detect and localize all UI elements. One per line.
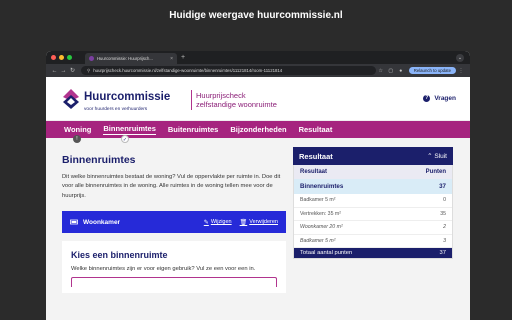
result-table-header: Resultaat Punten — [294, 165, 452, 179]
result-header: Resultaat ⌃ Sluit — [293, 147, 453, 165]
help-label: Vragen — [434, 95, 456, 102]
nav-item-binnenruimtes[interactable]: Binnenruimtes — [103, 124, 156, 135]
service-subtitle: zelfstandige woonruimte — [196, 100, 277, 109]
intro-text: Dit welke binnenruimtes bestaat de wonin… — [62, 174, 281, 199]
address-bar: ← → ↻ ⚲ huurprijscheck.huurcommissie.nl/z… — [46, 64, 470, 77]
choose-text: Welke binnenruimtes zijn er voor eigen g… — [71, 266, 256, 273]
total-points: 37 — [439, 250, 446, 256]
row-points: 3 — [443, 237, 446, 244]
question-icon: ? — [423, 95, 431, 102]
close-window-button[interactable] — [51, 55, 56, 60]
favicon-icon — [89, 56, 94, 61]
row-points: 35 — [440, 210, 446, 217]
logo-name: Huurcommissie — [84, 91, 171, 103]
page-title: Binnenruimtes — [62, 154, 136, 166]
warning-icon: ! — [73, 135, 81, 143]
result-title: Resultaat — [299, 151, 333, 161]
help-link[interactable]: ? Vragen — [423, 95, 456, 102]
profile-icon[interactable]: ● — [396, 68, 406, 74]
choose-room-panel: Kies een binnenruimte Welke binnenruimte… — [62, 241, 286, 294]
table-row: Woonkamer 20 m² 2 — [294, 221, 452, 235]
section-binnenruimtes: Binnenruimtes 37 — [294, 179, 452, 194]
logo-divider — [191, 90, 192, 110]
url-field[interactable]: ⚲ huurprijscheck.huurcommissie.nl/zelfsta… — [81, 66, 376, 75]
pencil-icon: ✎ — [203, 219, 209, 226]
delete-room-button[interactable]: 🗑 Verwijderen — [240, 219, 278, 226]
forward-icon[interactable]: → — [59, 68, 68, 74]
row-points: 0 — [443, 197, 446, 204]
huurcommissie-logo-icon[interactable] — [63, 89, 79, 109]
result-panel: Resultaat ⌃ Sluit Resultaat Punten Binne… — [293, 147, 453, 259]
room-type-select[interactable] — [71, 277, 277, 288]
form-column: Binnenruimtes Dit welke binnenruimtes be… — [62, 147, 286, 294]
section-points: 37 — [439, 183, 446, 190]
site-header: Huurcommissie voor huurders en verhuurde… — [46, 77, 470, 121]
edit-label: Wijzigen — [210, 219, 232, 226]
new-tab-button[interactable]: + — [181, 54, 185, 61]
browser-tab[interactable]: Huurcommissie: Huurprijsch... × — [85, 53, 177, 64]
check-icon: ✓ — [121, 135, 129, 143]
row-label: Vertrekken: 35 m² — [300, 210, 341, 217]
logo-tagline: voor huurders en verhuurders — [84, 107, 148, 112]
total-label: Totaal aantal punten — [300, 250, 353, 256]
close-result-button[interactable]: ⌃ Sluit — [427, 152, 447, 160]
nav-item-woning[interactable]: Woning — [64, 125, 91, 135]
section-label: Binnenruimtes — [300, 183, 344, 190]
step-status-band: ! ✓ — [46, 135, 470, 147]
url-text: huurprijscheck.huurcommissie.nl/zelfstan… — [93, 68, 283, 73]
col-points: Punten — [425, 169, 446, 175]
browser-window: Huurcommissie: Huurprijsch... × + ⌄ ← → … — [46, 51, 470, 320]
step-navigation: Woning Binnenruimtes Buitenruimtes Bijzo… — [46, 121, 470, 138]
choose-title: Kies een binnenruimte — [71, 250, 168, 261]
service-title: Huurprijscheck — [196, 91, 246, 100]
nav-item-bijzonderheden[interactable]: Bijzonderheden — [230, 125, 286, 135]
main-content: Binnenruimtes Dit welke binnenruimtes be… — [46, 147, 470, 320]
reload-icon[interactable]: ↻ — [68, 67, 77, 74]
close-label: Sluit — [434, 153, 447, 160]
relaunch-button[interactable]: Relaunch to update — [408, 67, 456, 74]
site-info-icon[interactable]: ⚲ — [87, 68, 90, 73]
trash-icon: 🗑 — [239, 219, 248, 226]
page-caption: Huidige weergave huurcommissie.nl — [169, 10, 343, 21]
tab-close-icon[interactable]: × — [170, 56, 173, 62]
room-name: Woonkamer — [83, 218, 121, 226]
extensions-icon[interactable]: ▢ — [386, 68, 396, 74]
row-label: Badkamer 5 m² — [300, 237, 336, 244]
back-icon[interactable]: ← — [50, 68, 59, 74]
total-row: Totaal aantal punten 37 — [294, 248, 452, 258]
room-icon — [70, 219, 78, 225]
row-points: 2 — [443, 224, 446, 231]
nav-item-buitenruimtes[interactable]: Buitenruimtes — [168, 125, 218, 135]
col-result: Resultaat — [300, 169, 328, 175]
table-row: Badkamer 5 m² 3 — [294, 235, 452, 248]
result-table: Resultaat Punten Binnenruimtes 37 Badkam… — [293, 165, 453, 259]
table-row: Vertrekken: 35 m² 35 — [294, 208, 452, 221]
minimize-window-button[interactable] — [59, 55, 64, 60]
nav-item-resultaat[interactable]: Resultaat — [299, 125, 333, 135]
room-card: Woonkamer ✎ Wijzigen 🗑 Verwijderen — [62, 211, 286, 234]
row-label: Woonkamer 20 m² — [300, 224, 343, 231]
delete-label: Verwijderen — [249, 219, 278, 226]
menu-icon[interactable]: ⋮ — [456, 68, 466, 74]
edit-room-button[interactable]: ✎ Wijzigen — [204, 219, 232, 226]
row-label: Badkamer 5 m² — [300, 197, 336, 204]
tab-bar: Huurcommissie: Huurprijsch... × + ⌄ — [46, 51, 470, 64]
tab-title: Huurcommissie: Huurprijsch... — [97, 56, 153, 61]
bookmark-star-icon[interactable]: ☆ — [376, 68, 386, 74]
tab-search-icon[interactable]: ⌄ — [456, 53, 464, 62]
maximize-window-button[interactable] — [67, 55, 72, 60]
table-row: Badkamer 5 m² 0 — [294, 194, 452, 208]
